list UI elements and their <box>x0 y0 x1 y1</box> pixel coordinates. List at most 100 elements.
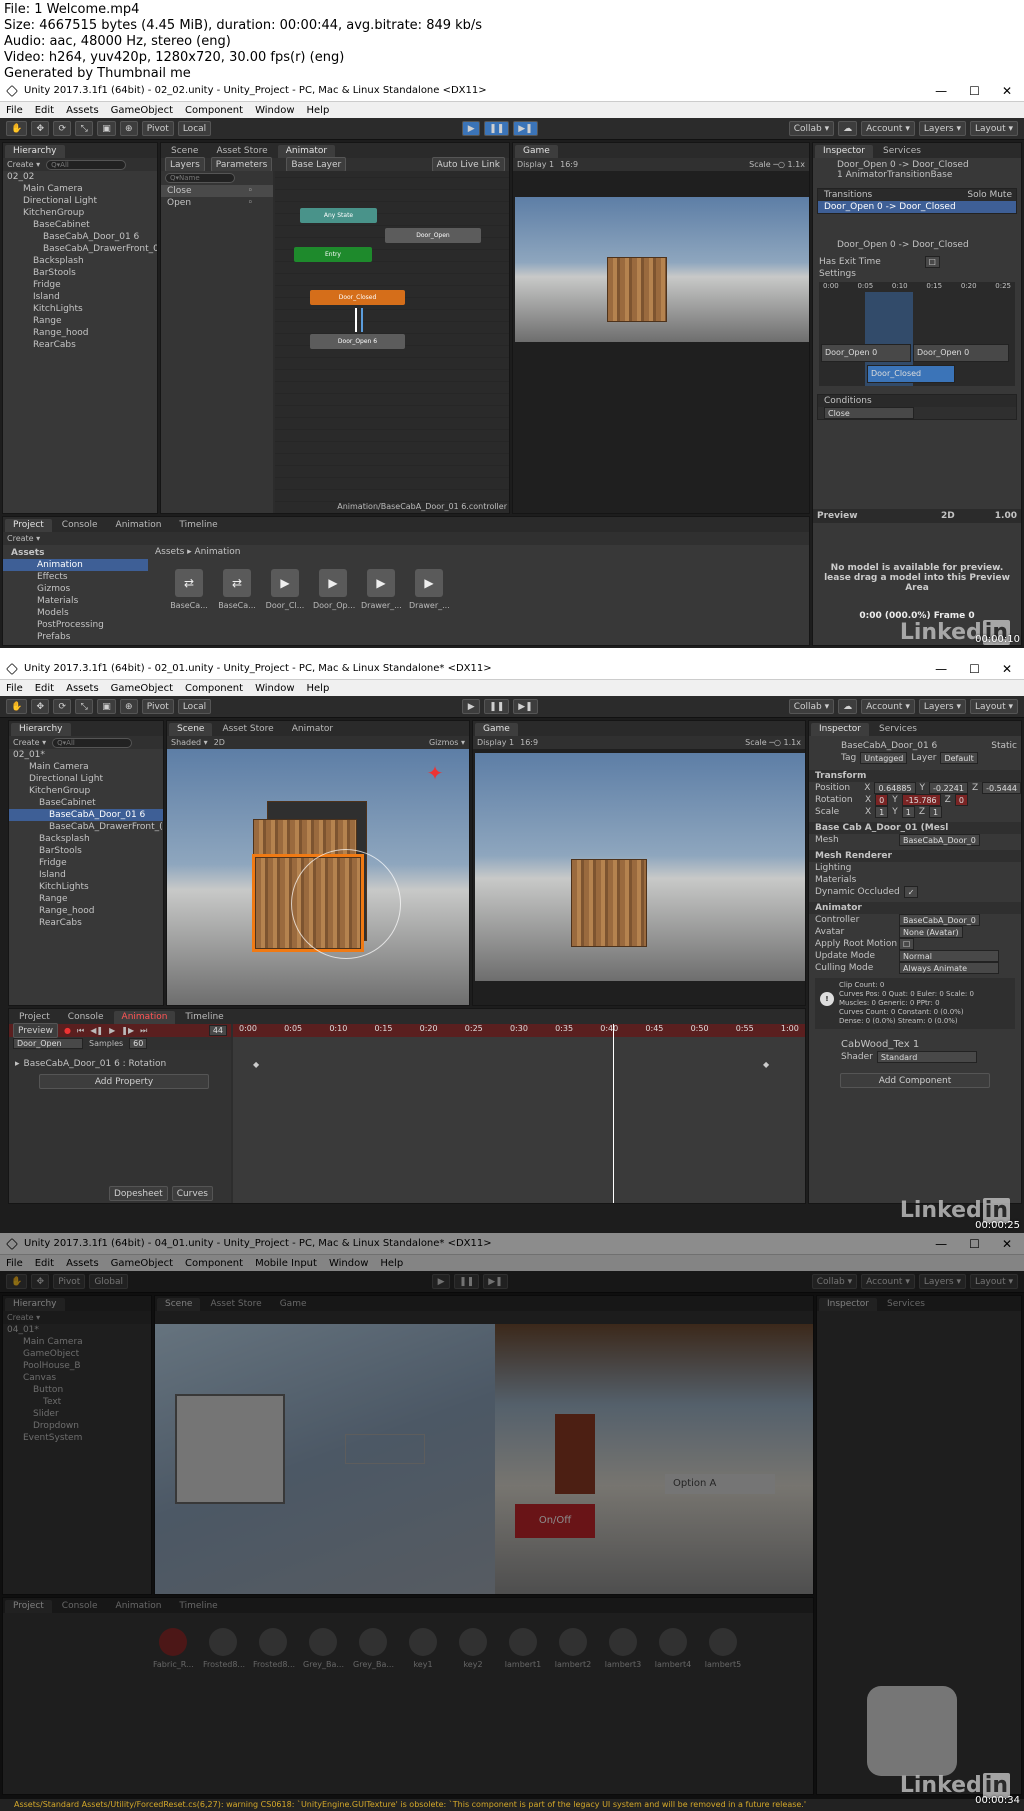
state-door-closed[interactable]: Door_Closed <box>310 290 405 305</box>
menu-window[interactable]: Window <box>255 105 294 116</box>
material-item[interactable]: lambert2 <box>553 1628 593 1669</box>
dynamic-occluded-row[interactable]: Dynamic Occluded ✓ <box>809 886 1021 898</box>
tab-scene[interactable]: Scene <box>169 723 213 736</box>
pivot-toggle[interactable]: Pivot <box>53 1274 86 1289</box>
tab-services[interactable]: Services <box>879 1298 933 1311</box>
last-key-icon[interactable]: ⏭ <box>140 1026 147 1036</box>
material-item[interactable]: Fabric_R... <box>153 1628 194 1669</box>
material-row[interactable]: CabWood_Tex 1 <box>809 1039 1021 1051</box>
time-ruler[interactable]: 0:00 0:05 0:10 0:15 0:20 0:25 0:30 0:35 0:40 0:45… <box>233 1024 805 1037</box>
play-anim-icon[interactable]: ▶ <box>109 1026 115 1035</box>
close-icon[interactable]: ✕ <box>1002 1237 1012 1251</box>
menu-component[interactable]: Component <box>185 105 243 116</box>
tree-item[interactable]: Fridge <box>9 857 163 869</box>
layers-dropdown[interactable]: Layers ▾ <box>918 1274 967 1289</box>
clip-bar[interactable]: Door_Open 0 <box>913 344 1009 362</box>
game-viewport[interactable] <box>475 753 805 981</box>
tree-item[interactable]: EventSystem <box>3 1432 151 1444</box>
material-item[interactable]: lambert1 <box>503 1628 543 1669</box>
tab-hierarchy[interactable]: Hierarchy <box>5 145 65 158</box>
tree-item[interactable]: Text <box>3 1396 151 1408</box>
display-dropdown[interactable]: Display 1 <box>477 738 514 747</box>
tree-item[interactable]: Dropdown <box>3 1420 151 1432</box>
asset-item[interactable]: ▶ Door_Op... <box>313 569 355 610</box>
tree-item[interactable]: Backsplash <box>9 833 163 845</box>
step-button[interactable]: ▶❚ <box>483 1274 508 1289</box>
tree-item[interactable]: Canvas <box>3 1372 151 1384</box>
tree-item[interactable]: KitchenGroup <box>9 785 163 797</box>
menu-help[interactable]: Help <box>307 105 330 116</box>
on-off-button[interactable]: On/Off <box>515 1504 595 1538</box>
move-tool-icon[interactable]: ✥ <box>31 699 50 714</box>
asset-item[interactable]: ▶ Door_Cl... <box>265 569 305 610</box>
hand-tool-icon[interactable]: ✋ <box>6 699 28 714</box>
tree-item[interactable]: KitchLights <box>3 303 157 315</box>
tree-item[interactable]: Directional Light <box>3 195 157 207</box>
tree-item[interactable]: BaseCabA_Door_01 6 <box>3 231 157 243</box>
material-item[interactable]: Grey_Ba... <box>303 1628 344 1669</box>
material-item[interactable]: key2 <box>453 1628 493 1669</box>
first-key-icon[interactable]: ⏮ <box>77 1026 84 1036</box>
tab-project[interactable]: Project <box>5 519 52 532</box>
transition-arrow-selected[interactable] <box>361 308 363 332</box>
dopesheet[interactable]: 0:00 0:05 0:10 0:15 0:20 0:25 0:30 0:35 0:40 0:45… <box>233 1024 805 1203</box>
minimize-icon[interactable]: — <box>935 662 947 676</box>
tree-item[interactable]: BaseCabA_DrawerFront_( <box>9 821 163 833</box>
mesh-filter-header[interactable]: Base Cab A_Door_01 (Mesl <box>809 822 1021 834</box>
material-item[interactable]: Frosted8... <box>253 1628 295 1669</box>
menu-gameobject[interactable]: GameObject <box>111 105 173 116</box>
hand-tool-icon[interactable]: ✋ <box>6 121 28 136</box>
hierarchy-search[interactable]: Q▾All <box>46 159 127 170</box>
tree-item[interactable]: KitchLights <box>9 881 163 893</box>
tree-item[interactable]: Button <box>3 1384 151 1396</box>
orientation-gizmo-icon[interactable]: ✦ <box>415 761 455 801</box>
frame-field[interactable]: 44 <box>208 1025 227 1036</box>
keyframe-icon[interactable]: ◆ <box>763 1060 769 1069</box>
state-door-open[interactable]: Door_Open <box>385 228 481 243</box>
tab-scene[interactable]: Scene <box>157 1298 201 1311</box>
menu-edit[interactable]: Edit <box>35 1258 54 1269</box>
maximize-icon[interactable]: ☐ <box>969 1237 980 1251</box>
layers-dropdown[interactable]: Layers ▾ <box>918 121 967 136</box>
pivot-toggle[interactable]: Pivot <box>141 699 174 714</box>
cloud-icon[interactable]: ☁ <box>838 699 858 714</box>
base-layer-breadcrumb[interactable]: Base Layer <box>286 157 347 172</box>
apply-root-row[interactable]: Apply Root Motion ☐ <box>809 938 1021 950</box>
folder-item[interactable]: PostProcessing <box>3 619 148 631</box>
global-toggle[interactable]: Global <box>89 1274 129 1289</box>
property-row[interactable]: ▸ BaseCabA_Door_01 6 : Rotation <box>9 1058 231 1070</box>
tab-game[interactable]: Game <box>515 145 558 158</box>
collab-dropdown[interactable]: Collab ▾ <box>811 1274 858 1289</box>
condition-dropdown[interactable]: Close <box>824 407 914 419</box>
move-tool-icon[interactable]: ✥ <box>31 1274 50 1289</box>
2d-toggle[interactable]: 2D <box>214 738 225 747</box>
gizmos-dropdown[interactable]: Gizmos ▾ <box>429 738 465 747</box>
curves-tab[interactable]: Curves <box>171 1186 213 1201</box>
menu-gameobject[interactable]: GameObject <box>111 683 173 694</box>
tree-item[interactable]: GameObject <box>3 1348 151 1360</box>
tab-animation[interactable]: Animation <box>108 1600 170 1613</box>
menu-window[interactable]: Window <box>255 683 294 694</box>
close-icon[interactable]: ✕ <box>1002 84 1012 98</box>
scene-root[interactable]: 04_01* <box>3 1324 151 1336</box>
dopesheet-tab[interactable]: Dopesheet <box>109 1186 168 1201</box>
folder-item[interactable]: Prefabs <box>3 631 148 643</box>
step-button[interactable]: ▶❚ <box>513 121 538 136</box>
keyframe-icon[interactable]: ◆ <box>253 1060 259 1069</box>
menu-edit[interactable]: Edit <box>35 683 54 694</box>
aspect-dropdown[interactable]: 16:9 <box>560 160 578 169</box>
maximize-icon[interactable]: ☐ <box>969 662 980 676</box>
layers-tab[interactable]: Layers <box>165 157 205 172</box>
tree-item[interactable]: BarStools <box>9 845 163 857</box>
game-viewport[interactable]: On/Off Option A <box>495 1324 813 1594</box>
menu-gameobject[interactable]: GameObject <box>111 1258 173 1269</box>
pause-button[interactable]: ❚❚ <box>454 1274 480 1289</box>
display-dropdown[interactable]: Display 1 <box>517 160 554 169</box>
tab-services[interactable]: Services <box>871 723 925 736</box>
menu-file[interactable]: File <box>6 105 23 116</box>
transition-timeline[interactable]: 0:00 0:05 0:10 0:15 0:20 0:25 Door_Open 0 Doo… <box>819 282 1015 386</box>
asset-item[interactable]: ▶ Drawer_... <box>409 569 450 610</box>
account-dropdown[interactable]: Account ▾ <box>861 699 915 714</box>
preview-2d[interactable]: 2D <box>941 511 955 521</box>
scene-root[interactable]: 02_02 <box>3 171 157 183</box>
